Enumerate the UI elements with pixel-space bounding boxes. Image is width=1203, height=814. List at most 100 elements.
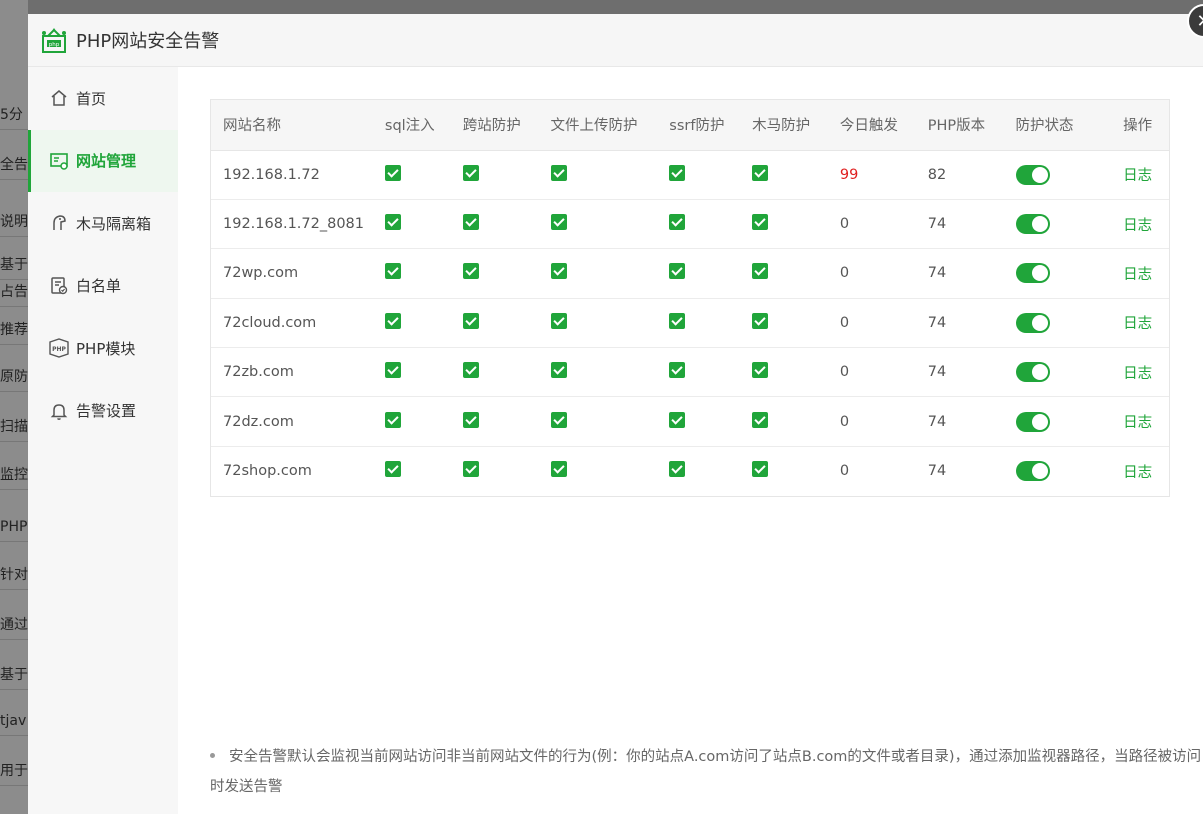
sidebar-item-whitelist[interactable]: 白名单 <box>28 255 178 318</box>
svg-text:php: php <box>49 42 60 48</box>
today-trigger-count: 0 <box>839 265 850 282</box>
protection-toggle[interactable] <box>1015 312 1050 333</box>
sql-checkbox[interactable] <box>384 411 401 428</box>
trojan-checkbox[interactable] <box>752 214 769 231</box>
background-item: 5分 <box>0 100 28 130</box>
trojan-isolation-icon <box>48 212 70 234</box>
background-item: 针对C <box>0 560 28 590</box>
log-link[interactable]: 日志 <box>1123 267 1152 283</box>
upload-checkbox[interactable] <box>550 312 567 329</box>
site-name: 72shop.com <box>223 463 312 480</box>
sidebar-item-php-module[interactable]: PHP PHP模块 <box>28 317 178 380</box>
log-link[interactable]: 日志 <box>1123 218 1152 234</box>
upload-checkbox[interactable] <box>550 214 567 231</box>
background-item: 通过网 <box>0 610 28 640</box>
trojan-checkbox[interactable] <box>752 362 769 379</box>
xss-checkbox[interactable] <box>462 411 479 428</box>
column-header: 文件上传防护 <box>538 100 658 151</box>
protection-toggle[interactable] <box>1015 461 1050 482</box>
sidebar-item-site-manage[interactable]: 网站管理 <box>28 129 178 192</box>
ssrf-checkbox[interactable] <box>669 312 686 329</box>
today-trigger-count: 0 <box>839 413 850 430</box>
whitelist-icon <box>48 275 70 297</box>
background-item: tjav <box>0 706 28 736</box>
sidebar-item-label: 木马隔离箱 <box>76 214 152 233</box>
ssrf-checkbox[interactable] <box>669 164 686 181</box>
column-header: 操作 <box>1111 100 1169 151</box>
background-item: 占告警 <box>0 277 28 307</box>
site-table-container: 网站名称 sql注入 跨站防护 文件上传防护 ssrf防护 木马防护 今日触发 PHP版本 防护… <box>210 99 1170 497</box>
sql-checkbox[interactable] <box>384 263 401 280</box>
ssrf-checkbox[interactable] <box>669 263 686 280</box>
column-header: 跨站防护 <box>450 100 539 151</box>
protection-toggle[interactable] <box>1015 362 1050 383</box>
main-content: 网站名称 sql注入 跨站防护 文件上传防护 ssrf防护 木马防护 今日触发 PHP版本 防护… <box>178 67 1203 814</box>
sidebar-item-label: 告警设置 <box>76 402 137 421</box>
table-row: 192.168.1.72 99 82 日志 <box>211 150 1169 200</box>
php-version: 82 <box>927 166 947 183</box>
background-item: 全告 <box>0 150 28 180</box>
upload-checkbox[interactable] <box>550 411 567 428</box>
table-row: 72dz.com 0 74 日志 <box>211 396 1169 447</box>
log-link[interactable]: 日志 <box>1123 465 1152 481</box>
trojan-checkbox[interactable] <box>752 263 769 280</box>
sql-checkbox[interactable] <box>384 312 401 329</box>
xss-checkbox[interactable] <box>462 461 479 478</box>
background-item: 说明 <box>0 207 28 237</box>
log-link[interactable]: 日志 <box>1123 316 1152 332</box>
php-version: 74 <box>927 216 947 233</box>
site-name: 72zb.com <box>223 364 294 381</box>
log-link[interactable]: 日志 <box>1123 415 1152 431</box>
today-trigger-count: 99 <box>839 166 859 183</box>
column-header: 木马防护 <box>740 100 828 151</box>
protection-toggle[interactable] <box>1015 411 1050 432</box>
sql-checkbox[interactable] <box>384 214 401 231</box>
upload-checkbox[interactable] <box>550 461 567 478</box>
protection-toggle[interactable] <box>1015 214 1050 235</box>
xss-checkbox[interactable] <box>462 362 479 379</box>
sql-checkbox[interactable] <box>384 362 401 379</box>
table-header-row: 网站名称 sql注入 跨站防护 文件上传防护 ssrf防护 木马防护 今日触发 PHP版本 防护… <box>211 100 1169 151</box>
protection-toggle[interactable] <box>1015 263 1050 284</box>
ssrf-checkbox[interactable] <box>669 461 686 478</box>
site-manage-icon <box>48 150 70 172</box>
sidebar-item-label: 白名单 <box>76 277 122 296</box>
upload-checkbox[interactable] <box>550 362 567 379</box>
upload-checkbox[interactable] <box>550 263 567 280</box>
ssrf-checkbox[interactable] <box>669 214 686 231</box>
site-table: 网站名称 sql注入 跨站防护 文件上传防护 ssrf防护 木马防护 今日触发 PHP版本 防护… <box>211 100 1169 496</box>
xss-checkbox[interactable] <box>462 312 479 329</box>
ssrf-checkbox[interactable] <box>669 411 686 428</box>
protection-toggle[interactable] <box>1015 164 1050 185</box>
info-note-text: 安全告警默认会监视当前网站访问非当前网站文件的行为(例：你的站点A.com访问了… <box>210 749 1202 795</box>
sidebar-item-home[interactable]: 首页 <box>28 67 178 130</box>
home-icon <box>48 87 70 109</box>
trojan-checkbox[interactable] <box>752 411 769 428</box>
sidebar-item-trojan-isolation[interactable]: 木马隔离箱 <box>28 192 178 255</box>
column-header: sql注入 <box>372 100 451 151</box>
site-name: 192.168.1.72 <box>223 166 320 183</box>
sql-checkbox[interactable] <box>384 164 401 181</box>
background-item: 基于E <box>0 660 28 690</box>
column-header: 今日触发 <box>827 100 916 151</box>
today-trigger-count: 0 <box>839 314 850 331</box>
today-trigger-count: 0 <box>839 216 850 233</box>
background-item: 原防护 <box>0 362 28 392</box>
upload-checkbox[interactable] <box>550 164 567 181</box>
php-security-alert-modal: php PHP网站安全告警 ✕ 首页网站管理木马隔离箱白名单PHPPHP模块告警… <box>28 4 1203 814</box>
site-name: 72dz.com <box>223 413 294 430</box>
sidebar-item-label: 首页 <box>76 89 107 108</box>
sidebar-item-bell[interactable]: 告警设置 <box>28 380 178 443</box>
xss-checkbox[interactable] <box>462 214 479 231</box>
xss-checkbox[interactable] <box>462 263 479 280</box>
trojan-checkbox[interactable] <box>752 164 769 181</box>
log-link[interactable]: 日志 <box>1123 366 1152 382</box>
site-name: 192.168.1.72_8081 <box>223 216 365 233</box>
sql-checkbox[interactable] <box>384 461 401 478</box>
log-link[interactable]: 日志 <box>1123 168 1152 184</box>
trojan-checkbox[interactable] <box>752 312 769 329</box>
trojan-checkbox[interactable] <box>752 461 769 478</box>
ssrf-checkbox[interactable] <box>669 362 686 379</box>
php-version: 74 <box>927 364 947 381</box>
xss-checkbox[interactable] <box>462 164 479 181</box>
